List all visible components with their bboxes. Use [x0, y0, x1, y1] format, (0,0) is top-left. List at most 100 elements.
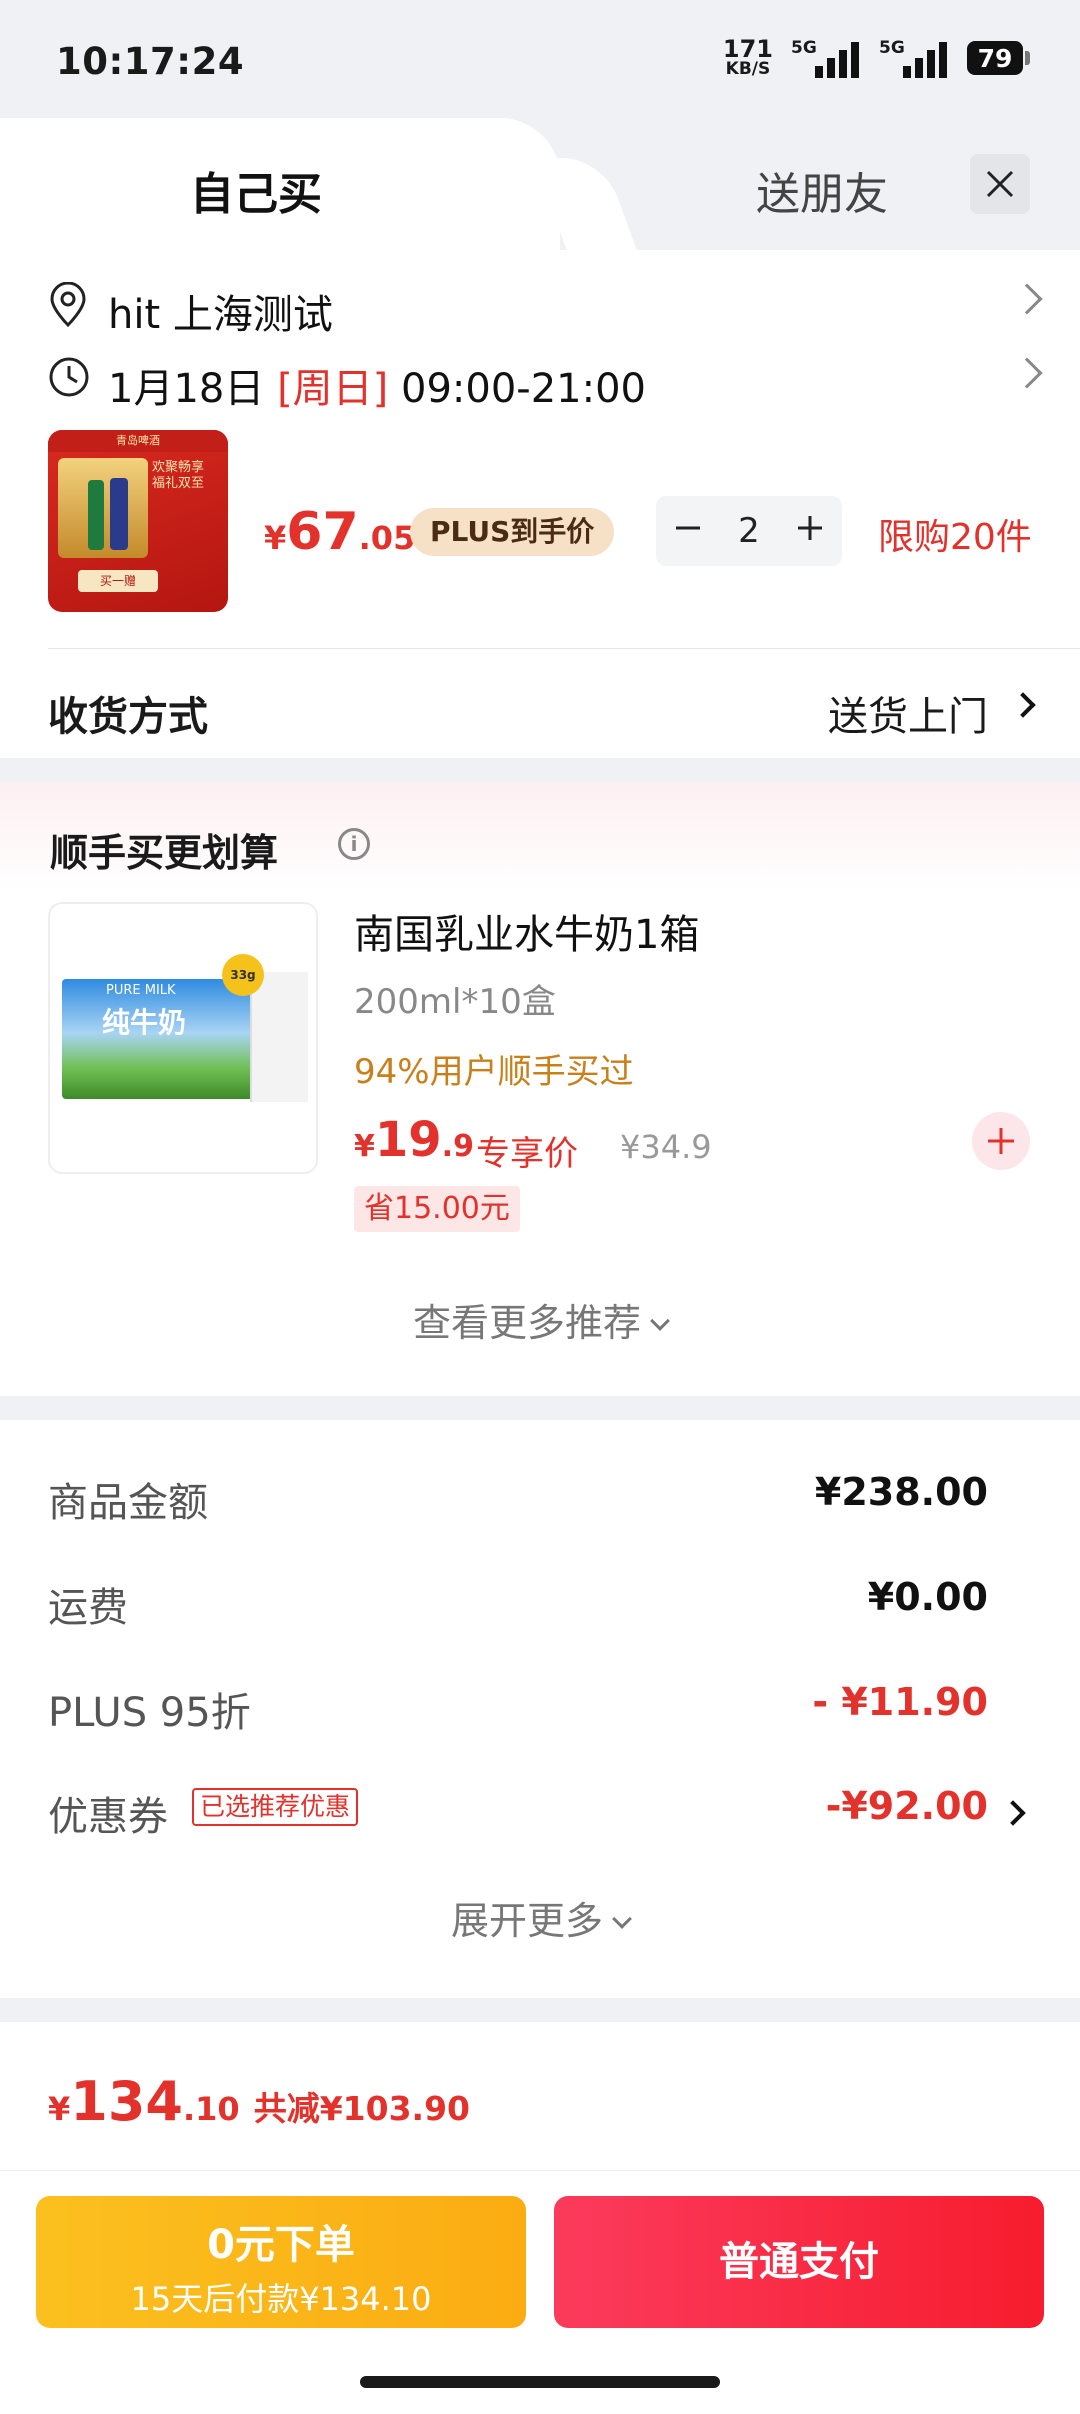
signal-icon-2: 5G — [879, 38, 949, 78]
product-image[interactable]: 青岛啤酒 欢聚畅享 福礼双至 买一赠 — [48, 430, 228, 612]
section-gap — [0, 1998, 1080, 2022]
close-icon — [986, 170, 1014, 198]
summary-label: PLUS 95折 — [48, 1690, 251, 1736]
price-decimal: .9 — [441, 1129, 474, 1164]
summary-label: 商品金额 — [48, 1480, 208, 1526]
purchase-limit: 限购20件 — [878, 517, 1032, 558]
divider — [48, 648, 1080, 649]
tab-self-buy-label[interactable]: 自己买 — [190, 158, 322, 222]
plus-price-badge: PLUS到手价 — [410, 508, 615, 556]
zero-down-order-button[interactable]: 0元下单 15天后付款¥134.10 — [36, 2196, 526, 2328]
delivery-time-row[interactable]: 1月18日 [周日] 09:00-21:00 — [48, 350, 1043, 412]
summary-row-coupon[interactable]: 优惠券 已选推荐优惠 -¥92.00 — [48, 1784, 988, 1844]
increase-button[interactable] — [795, 511, 825, 552]
product-price: ¥67.05 — [264, 502, 415, 562]
price-symbol: ¥ — [354, 1129, 375, 1164]
minus-icon — [676, 526, 701, 529]
total-decimal: .10 — [183, 2090, 240, 2128]
signal-icon: 5G — [791, 38, 861, 78]
info-icon[interactable]: i — [338, 828, 370, 860]
tab-send-friend[interactable]: 送朋友 — [756, 158, 888, 222]
network-type-2: 5G — [879, 38, 905, 58]
summary-label: 优惠券 — [48, 1794, 168, 1840]
total-symbol: ¥ — [48, 2090, 71, 2128]
bundle-recommendation: 顺手买更划算 i PURE MILK 纯牛奶 33g 南国乳业水牛奶1箱 200… — [0, 782, 1080, 1396]
purchase-mode-tabs: 自己买 送朋友 — [0, 118, 1080, 250]
divider — [0, 2170, 1080, 2171]
network-speed-unit: KB/S — [725, 59, 771, 79]
bundle-item-buy-rate: 94%用户顺手买过 — [354, 1052, 634, 1092]
product-image-top: 青岛啤酒 — [48, 430, 228, 452]
section-gap — [0, 1396, 1080, 1420]
summary-value: -¥92.00 — [825, 1784, 988, 1828]
delivery-time-text: 1月18日 [周日] 09:00-21:00 — [108, 356, 646, 414]
shipping-value: 送货上门 — [828, 694, 988, 740]
summary-value: ¥238.00 — [814, 1470, 988, 1514]
milk-image-title: 纯牛奶 — [102, 1006, 187, 1039]
plus-icon — [797, 515, 822, 540]
status-bar: 10:17:24 171 KB/S 5G 5G 79 — [0, 0, 1080, 120]
chevron-down-icon — [650, 1311, 670, 1331]
shipping-method-row[interactable]: 收货方式 送货上门 — [48, 654, 1038, 754]
original-price: ¥34.9 — [620, 1128, 712, 1166]
price-symbol: ¥ — [264, 519, 287, 557]
address-chevron-icon — [1011, 283, 1043, 315]
quantity-value[interactable]: 2 — [738, 511, 760, 551]
exclusive-price-label: 专享价 — [476, 1134, 578, 1174]
product-image-text: 欢聚畅享 福礼双至 — [152, 460, 205, 491]
network-type-1: 5G — [791, 38, 817, 58]
order-total: ¥134.10 共减¥103.90 — [48, 2070, 470, 2133]
saving-badge: 省15.00元 — [354, 1186, 520, 1232]
summary-label: 运费 — [48, 1585, 128, 1631]
total-integer: 134 — [70, 2070, 183, 2133]
decrease-button[interactable] — [673, 511, 703, 552]
zero-down-sublabel: 15天后付款¥134.10 — [130, 2280, 432, 2318]
summary-row-goods: 商品金额 ¥238.00 — [48, 1470, 988, 1530]
bundle-item-image[interactable]: PURE MILK 纯牛奶 33g — [48, 902, 318, 1174]
bundle-item-price: ¥19.9 — [354, 1112, 474, 1168]
battery-icon: 79 — [967, 41, 1030, 75]
price-decimal: .05 — [358, 519, 416, 557]
milk-image-brand: PURE MILK — [106, 983, 176, 998]
milk-image-seal: 33g — [222, 954, 264, 996]
zero-down-label: 0元下单 — [207, 2222, 355, 2268]
see-more-label: 查看更多推荐 — [412, 1301, 641, 1345]
plus-icon — [988, 1128, 1014, 1154]
clock-icon — [49, 357, 89, 397]
summary-row-plus-discount: PLUS 95折 - ¥11.90 — [48, 1680, 988, 1740]
status-icons: 171 KB/S 5G 5G 79 — [723, 37, 1030, 79]
quantity-stepper: 2 — [656, 496, 842, 566]
close-button[interactable] — [970, 154, 1030, 214]
add-to-order-button[interactable] — [972, 1112, 1030, 1170]
see-more-recommendations[interactable]: 查看更多推荐 — [0, 1292, 1080, 1347]
shipping-label: 收货方式 — [48, 694, 208, 740]
coupon-chevron-icon[interactable] — [1000, 1800, 1026, 1826]
bundle-item-spec: 200ml*10盒 — [354, 982, 556, 1022]
delivery-time-chevron-icon — [1011, 357, 1043, 389]
normal-pay-button[interactable]: 普通支付 — [554, 2196, 1044, 2328]
address-name: hit — [108, 292, 161, 338]
home-indicator[interactable] — [360, 2376, 720, 2388]
address-text: hit 上海测试 — [108, 282, 333, 340]
delivery-date: 1月18日 — [108, 366, 265, 412]
summary-value: - ¥11.90 — [812, 1680, 988, 1724]
coupon-tag: 已选推荐优惠 — [192, 1788, 359, 1826]
network-speed: 171 KB/S — [723, 37, 773, 79]
section-gap — [0, 758, 1080, 782]
summary-row-shipping: 运费 ¥0.00 — [48, 1575, 988, 1635]
location-pin-icon — [50, 282, 86, 328]
battery-level: 79 — [967, 41, 1023, 75]
expand-more-button[interactable]: 展开更多 — [0, 1890, 1080, 1945]
delivery-weekday: [周日] — [277, 366, 389, 412]
price-summary: 商品金额 ¥238.00 运费 ¥0.00 PLUS 95折 - ¥11.90 … — [0, 1420, 1080, 2000]
address-detail: 上海测试 — [172, 292, 333, 338]
delivery-range: 09:00-21:00 — [401, 366, 646, 412]
bundle-title: 顺手买更划算 — [50, 831, 279, 875]
shipping-chevron-icon — [1010, 692, 1036, 718]
summary-value: ¥0.00 — [867, 1575, 988, 1619]
bundle-item-name[interactable]: 南国乳业水牛奶1箱 — [354, 902, 699, 960]
address-row[interactable]: hit 上海测试 — [48, 276, 1043, 338]
chevron-down-icon — [612, 1909, 632, 1929]
price-integer: 67 — [286, 502, 359, 562]
price-integer: 19 — [374, 1112, 442, 1168]
